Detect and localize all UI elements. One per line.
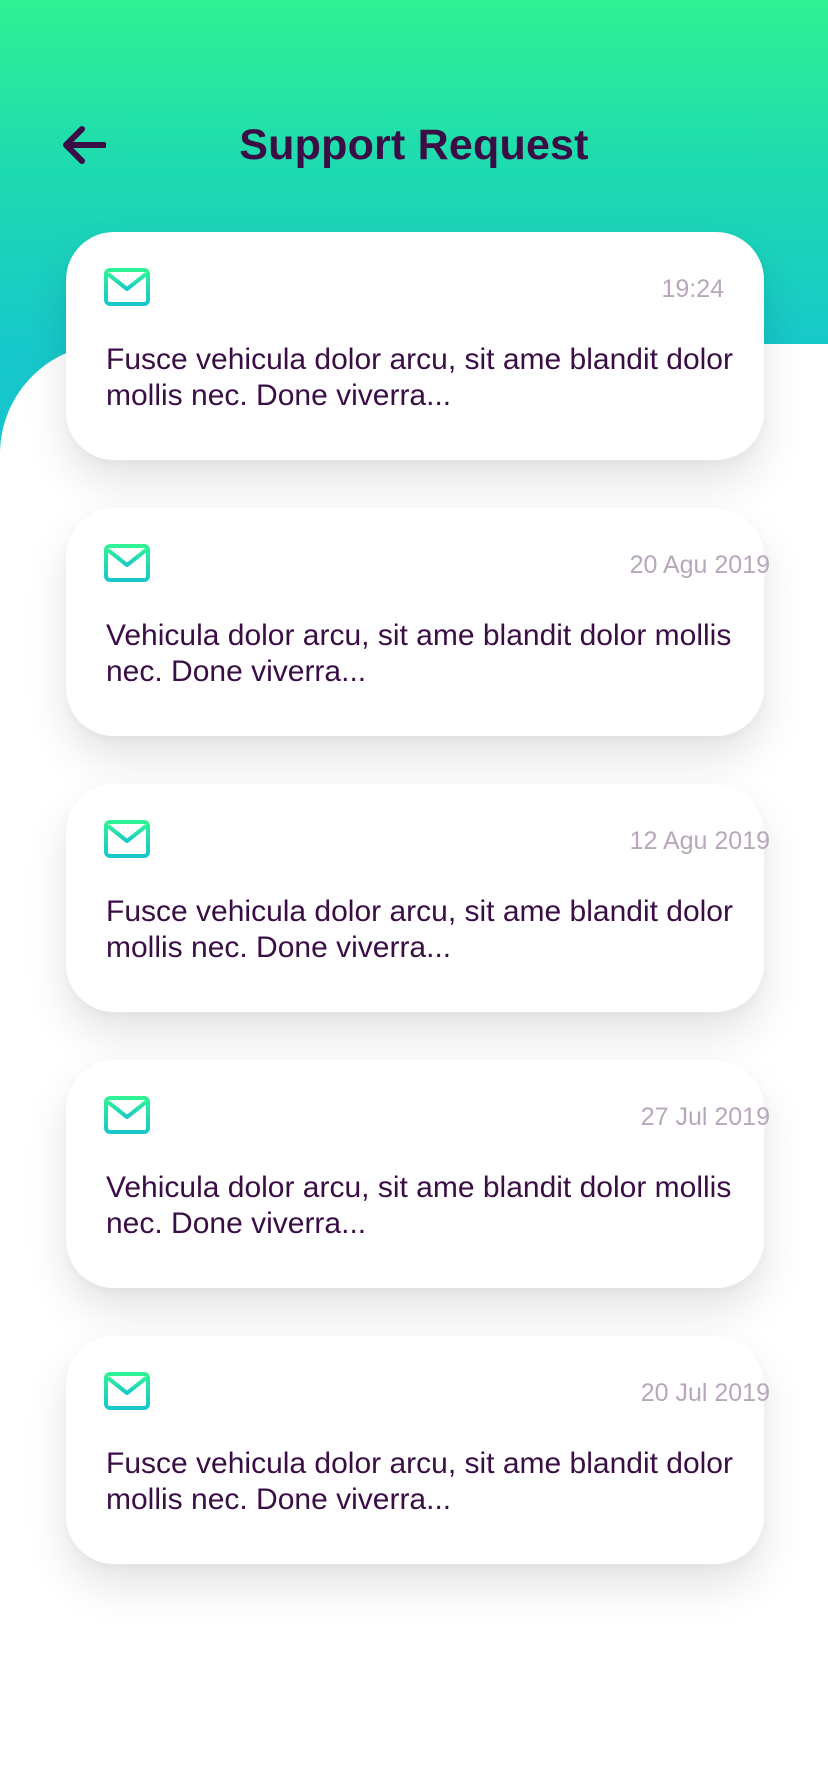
support-request-card[interactable]: 19:24 Fusce vehicula dolor arcu, sit ame… (66, 232, 764, 460)
request-date: 27 Jul 2019 (640, 1103, 770, 1131)
support-request-list: 19:24 Fusce vehicula dolor arcu, sit ame… (66, 232, 770, 1612)
page-title: Support Request (239, 121, 589, 169)
request-date: 20 Jul 2019 (640, 1379, 770, 1407)
mail-icon (104, 820, 150, 858)
mail-icon (104, 1372, 150, 1410)
mail-icon (104, 1096, 150, 1134)
request-message: Fusce vehicula dolor arcu, sit ame bland… (106, 1447, 733, 1516)
support-request-card[interactable]: 20 Agu 2019 Vehicula dolor arcu, sit ame… (66, 508, 770, 736)
request-date: 19:24 (661, 275, 724, 303)
mail-icon (104, 268, 150, 306)
request-message: Fusce vehicula dolor arcu, sit ame bland… (106, 343, 733, 412)
request-date: 20 Agu 2019 (629, 551, 770, 579)
request-message: Fusce vehicula dolor arcu, sit ame bland… (106, 895, 733, 964)
mail-icon (104, 544, 150, 582)
request-message: Vehicula dolor arcu, sit ame blandit dol… (106, 619, 732, 688)
support-request-card[interactable]: 27 Jul 2019 Vehicula dolor arcu, sit ame… (66, 1060, 770, 1288)
support-request-card[interactable]: 20 Jul 2019 Fusce vehicula dolor arcu, s… (66, 1336, 770, 1564)
request-date: 12 Agu 2019 (629, 827, 770, 855)
support-request-card[interactable]: 12 Agu 2019 Fusce vehicula dolor arcu, s… (66, 784, 770, 1012)
request-message: Vehicula dolor arcu, sit ame blandit dol… (106, 1171, 732, 1240)
